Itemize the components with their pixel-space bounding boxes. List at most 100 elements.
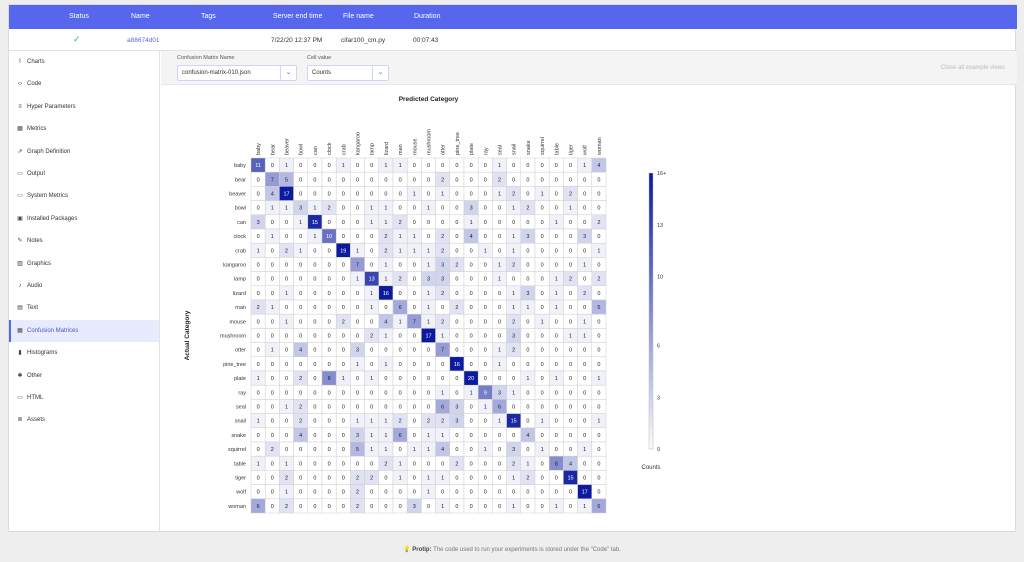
matrix-cell-label: 0	[555, 334, 558, 340]
y-tick-label: lamp	[234, 277, 246, 283]
matrix-cell-label: 0	[370, 248, 373, 254]
column-server-end-time[interactable]: Server end time	[273, 13, 322, 20]
colorbar-segment	[649, 359, 653, 367]
matrix-cell-label: 0	[271, 419, 274, 425]
sidebar-item-installed-packages[interactable]: ▣ Installed Packages	[9, 208, 159, 230]
matrix-cell-label: 0	[384, 405, 387, 411]
experiment-row[interactable]: ✓ a88674d01 7/22/20 12:37 PM cifar100_cm…	[9, 29, 1017, 51]
sidebar-item-confusion-matrices[interactable]: ▦ Confusion Matrices	[9, 319, 159, 342]
matrix-cell-label: 0	[455, 220, 458, 226]
y-tick-label: plate	[234, 376, 246, 382]
matrix-cell-label: 0	[526, 419, 529, 425]
sidebar-item-assets[interactable]: ≣ Assets	[9, 409, 159, 431]
matrix-cell-label: 0	[271, 220, 274, 226]
sidebar-item-charts[interactable]: ⌇ Charts	[9, 51, 159, 73]
matrix-name-select[interactable]: confusion-matrix-010.json ⌄	[177, 65, 297, 81]
sidebar-item-html[interactable]: ▭ HTML	[9, 387, 159, 409]
chart-title: Predicted Category	[399, 96, 459, 103]
matrix-cell-label: 0	[498, 206, 501, 212]
sidebar-item-histograms[interactable]: ▮ Histograms	[9, 342, 159, 364]
matrix-cell-label: 6	[498, 405, 501, 411]
matrix-cell-label: 2	[512, 263, 515, 269]
matrix-cell-label: 0	[498, 319, 501, 325]
x-tick-label: can	[313, 146, 319, 155]
matrix-cell-label: 0	[328, 447, 331, 453]
matrix-cell-label: 17	[283, 192, 289, 198]
matrix-cell-label: 1	[498, 163, 501, 169]
colorbar-segment	[649, 221, 653, 229]
puzzle-icon: ✱	[17, 372, 23, 379]
sidebar-item-system-metrics[interactable]: ▭ System Metrics	[9, 185, 159, 207]
chevron-down-icon[interactable]: ⌄	[280, 66, 296, 80]
matrix-cell-label: 0	[583, 206, 586, 212]
matrix-cell-label: 1	[583, 263, 586, 269]
matrix-cell-label: 0	[370, 461, 373, 467]
matrix-cell-label: 0	[271, 490, 274, 496]
matrix-cell-label: 0	[569, 220, 572, 226]
matrix-cell-label: 0	[299, 362, 302, 368]
matrix-cell-label: 4	[299, 348, 302, 354]
sidebar: ⌇ Charts ‹› Code ≡ Hyper Parameters ▦ Metrics ⇗ G…	[9, 51, 160, 533]
matrix-cell-label: 0	[328, 461, 331, 467]
colorbar-segment	[649, 366, 653, 374]
matrix-cell-label: 1	[413, 447, 416, 453]
cell-value-value: Counts	[312, 70, 332, 76]
confusion-matrix-toolbar: Confusion Matrix Name confusion-matrix-0…	[161, 51, 1017, 85]
matrix-cell-label: 0	[498, 376, 501, 382]
sidebar-item-graph-definition[interactable]: ⇗ Graph Definition	[9, 141, 159, 163]
matrix-cell-label: 2	[271, 447, 274, 453]
matrix-cell-label: 1	[257, 248, 260, 254]
matrix-cell-label: 0	[342, 220, 345, 226]
cell-value-select[interactable]: Counts ⌄	[307, 65, 389, 81]
matrix-cell-label: 0	[583, 192, 586, 198]
sidebar-item-metrics[interactable]: ▦ Metrics	[9, 118, 159, 140]
sidebar-item-hyper-parameters[interactable]: ≡ Hyper Parameters	[9, 96, 159, 118]
colorbar-segment	[649, 345, 653, 353]
column-file-name[interactable]: File name	[343, 13, 374, 20]
matrix-cell-label: 3	[470, 206, 473, 212]
matrix-cell-label: 1	[399, 163, 402, 169]
sidebar-item-text[interactable]: ▤ Text	[9, 297, 159, 319]
colorbar-segment	[649, 407, 653, 415]
column-duration[interactable]: Duration	[414, 13, 440, 20]
matrix-cell-label: 0	[583, 390, 586, 396]
matrix-cell-label: 3	[455, 405, 458, 411]
y-tick-label: clock	[233, 234, 246, 240]
matrix-cell-label: 0	[498, 234, 501, 240]
sidebar-item-other[interactable]: ✱ Other	[9, 365, 159, 387]
sidebar-item-graphics[interactable]: ▨ Graphics	[9, 253, 159, 275]
close-all-views-button[interactable]: Close all example views	[941, 65, 1005, 71]
matrix-cell-label: 0	[271, 376, 274, 382]
matrix-cell-label: 0	[413, 206, 416, 212]
matrix-cell-label: 0	[555, 362, 558, 368]
matrix-cell-label: 0	[484, 319, 487, 325]
matrix-cell-label: 0	[328, 348, 331, 354]
column-status[interactable]: Status	[69, 13, 89, 20]
matrix-cell-label: 1	[441, 476, 444, 482]
matrix-cell-label: 2	[455, 461, 458, 467]
matrix-cell-label: 1	[370, 419, 373, 425]
matrix-cell-label: 0	[328, 305, 331, 311]
matrix-cell-label: 1	[441, 433, 444, 439]
colorbar-segment	[649, 179, 653, 188]
sidebar-item-output[interactable]: ▭ Output	[9, 163, 159, 185]
matrix-cell-label: 0	[356, 234, 359, 240]
sidebar-item-audio[interactable]: ♪ Audio	[9, 275, 159, 297]
colorbar-segment	[649, 262, 653, 271]
column-name[interactable]: Name	[131, 13, 150, 20]
confusion-matrix-chart: Predicted Category Actual Category baby bea…	[161, 85, 1017, 533]
experiment-name-link[interactable]: a88674d01	[127, 37, 160, 44]
matrix-cell-label: 0	[484, 163, 487, 169]
chevron-down-icon[interactable]: ⌄	[372, 66, 388, 80]
colorbar-segment	[649, 276, 653, 284]
sidebar-item-code[interactable]: ‹› Code	[9, 73, 159, 95]
matrix-cell-label: 0	[555, 192, 558, 198]
matrix-cell-label: 1	[370, 433, 373, 439]
matrix-cell-label: 2	[441, 248, 444, 254]
matrix-cell-label: 0	[271, 433, 274, 439]
matrix-cell-label: 0	[413, 277, 416, 283]
matrix-cell-label: 0	[541, 405, 544, 411]
matrix-cell-label: 0	[413, 390, 416, 396]
sidebar-item-notes[interactable]: ✎ Notes	[9, 230, 159, 252]
column-tags[interactable]: Tags	[201, 13, 216, 20]
